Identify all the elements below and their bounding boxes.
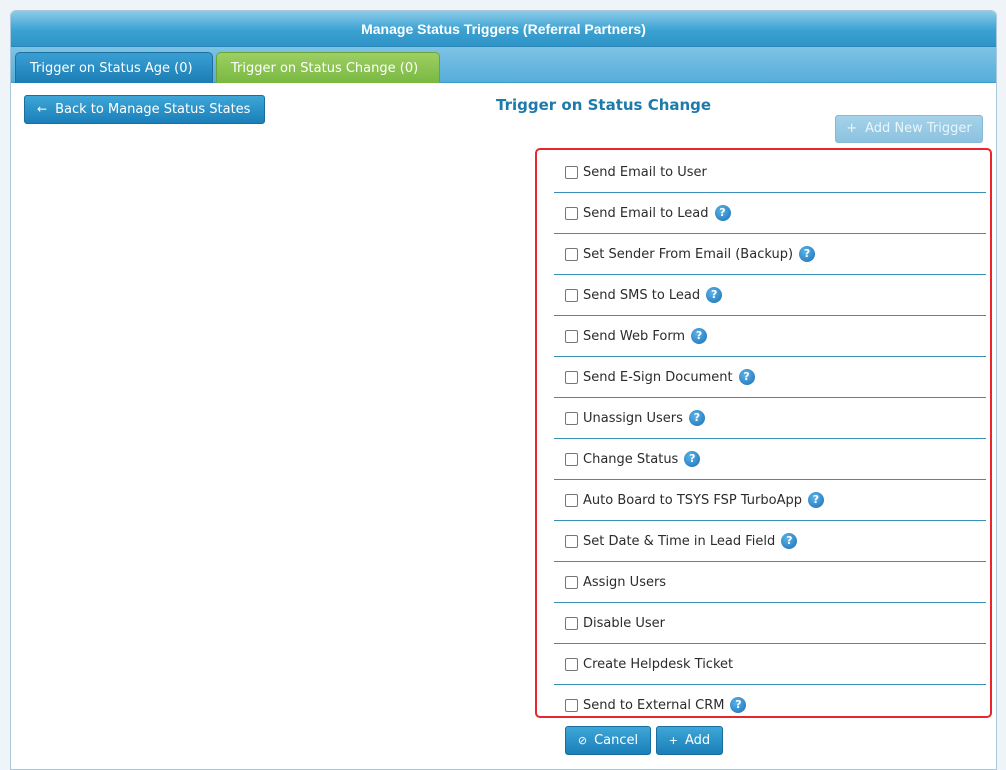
trigger-option[interactable]: Send Web Form? [554, 316, 986, 357]
help-icon[interactable]: ? [807, 492, 824, 508]
arrow-left-icon: ← [37, 102, 48, 116]
trigger-label: Change Status [583, 451, 679, 467]
trigger-label: Unassign Users [583, 410, 683, 426]
trigger-checkbox[interactable] [565, 616, 578, 630]
tab-trigger-on-status-change[interactable]: Trigger on Status Change (0) [216, 52, 440, 83]
trigger-checkbox[interactable] [565, 657, 578, 671]
trigger-option[interactable]: Disable User [554, 603, 986, 644]
trigger-option[interactable]: Send E-Sign Document? [554, 357, 986, 398]
trigger-label: Disable User [583, 615, 665, 631]
trigger-option[interactable]: Set Sender From Email (Backup)? [554, 234, 986, 275]
trigger-label: Send Email to User [583, 164, 707, 180]
cancel-button[interactable]: ⊘ Cancel [565, 726, 651, 755]
trigger-checkbox[interactable] [565, 329, 578, 343]
help-icon[interactable]: ? [714, 205, 731, 221]
trigger-checkbox[interactable] [565, 698, 578, 712]
trigger-label: Send E-Sign Document [583, 369, 733, 385]
trigger-options-list: Send Email to User Send Email to Lead? Set… [535, 148, 992, 718]
trigger-label: Send Web Form [583, 328, 686, 344]
back-to-manage-status-states-button[interactable]: ← Back to Manage Status States [24, 95, 265, 124]
trigger-option[interactable]: Change Status? [554, 439, 986, 480]
add-new-trigger-label: Add New Trigger [865, 121, 972, 136]
trigger-checkbox[interactable] [565, 370, 578, 384]
section-title: Trigger on Status Change [496, 96, 712, 114]
add-button[interactable]: + Add [656, 726, 723, 755]
trigger-option[interactable]: Send to External CRM? [554, 685, 986, 716]
manage-status-triggers-panel: Manage Status Triggers (Referral Partner… [10, 10, 997, 770]
tab-bar: Trigger on Status Age (0) Trigger on Sta… [11, 47, 996, 83]
trigger-checkbox[interactable] [565, 493, 578, 507]
help-icon[interactable]: ? [738, 369, 755, 385]
back-button-label: Back to Manage Status States [55, 102, 251, 117]
trigger-option[interactable]: Unassign Users? [554, 398, 986, 439]
help-icon[interactable]: ? [691, 328, 708, 344]
trigger-checkbox[interactable] [565, 206, 578, 220]
help-icon[interactable]: ? [684, 451, 701, 467]
trigger-option[interactable]: Send Email to User [554, 152, 986, 193]
trigger-checkbox[interactable] [565, 411, 578, 425]
trigger-checkbox[interactable] [565, 534, 578, 548]
cancel-icon: ⊘ [577, 734, 588, 747]
cancel-button-label: Cancel [594, 733, 639, 748]
trigger-checkbox[interactable] [565, 575, 578, 589]
trigger-label: Create Helpdesk Ticket [583, 656, 734, 672]
trigger-option[interactable]: Send SMS to Lead? [554, 275, 986, 316]
trigger-checkbox[interactable] [565, 452, 578, 466]
trigger-option[interactable]: Auto Board to TSYS FSP TurboApp? [554, 480, 986, 521]
plus-icon: + [668, 734, 679, 747]
trigger-label: Send to External CRM [583, 697, 725, 713]
trigger-checkbox[interactable] [565, 247, 578, 261]
add-button-label: Add [685, 733, 711, 748]
add-new-trigger-button[interactable]: + Add New Trigger [835, 115, 983, 143]
tab-trigger-on-status-age[interactable]: Trigger on Status Age (0) [15, 52, 213, 83]
plus-icon: + [846, 121, 858, 136]
help-icon[interactable]: ? [706, 287, 723, 303]
help-icon[interactable]: ? [688, 410, 705, 426]
trigger-label: Send SMS to Lead [583, 287, 701, 303]
help-icon[interactable]: ? [781, 533, 798, 549]
trigger-option[interactable]: Send Email to Lead? [554, 193, 986, 234]
trigger-checkbox[interactable] [565, 288, 578, 302]
trigger-checkbox[interactable] [565, 165, 578, 179]
trigger-option[interactable]: Set Date & Time in Lead Field? [554, 521, 986, 562]
help-icon[interactable]: ? [799, 246, 816, 262]
trigger-label: Assign Users [583, 574, 667, 590]
trigger-label: Auto Board to TSYS FSP TurboApp [583, 492, 802, 508]
window-title: Manage Status Triggers (Referral Partner… [11, 11, 996, 47]
trigger-label: Set Sender From Email (Backup) [583, 246, 794, 262]
help-icon[interactable]: ? [730, 697, 747, 713]
trigger-option[interactable]: Assign Users [554, 562, 986, 603]
trigger-label: Send Email to Lead [583, 205, 709, 221]
trigger-label: Set Date & Time in Lead Field [583, 533, 776, 549]
trigger-option[interactable]: Create Helpdesk Ticket [554, 644, 986, 685]
